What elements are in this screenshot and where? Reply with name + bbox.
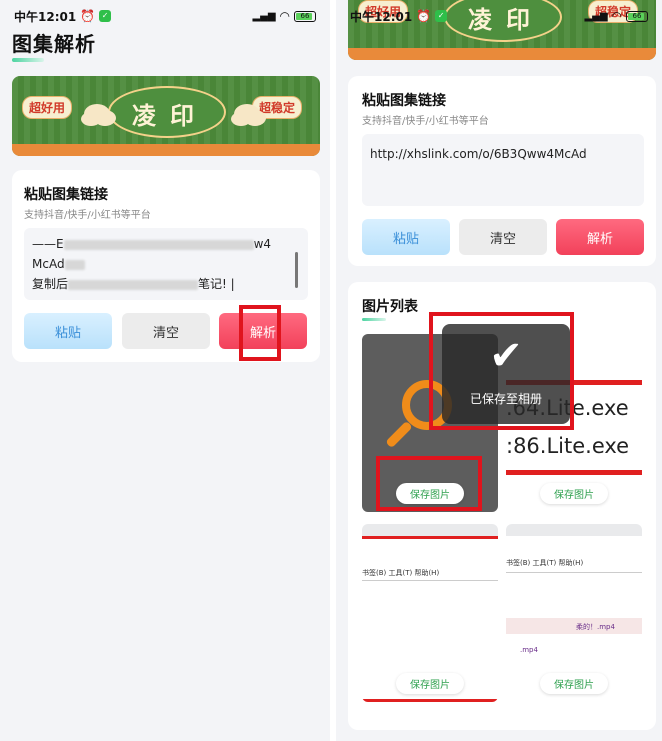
toast-text: 已保存至相册	[469, 392, 542, 406]
link-textarea[interactable]: ——E w4 McAd 复制后 笔记! |	[24, 228, 308, 300]
card-subtitle: 支持抖音/快手/小红书等平台	[362, 116, 489, 127]
saved-toast: ✔ 已保存至相册	[442, 324, 570, 424]
title-underline	[362, 318, 386, 321]
save-image-button[interactable]: 保存图片	[396, 673, 464, 694]
wifi-icon: ◠	[611, 9, 622, 23]
mp4-filename-a: 柔的！.mp4	[576, 623, 615, 631]
signal-icon: ▂▄▆	[252, 10, 276, 22]
card-title: 粘贴图集链接	[362, 93, 446, 109]
text-line-1-start: ——E	[32, 237, 64, 251]
wifi-icon: ◠	[279, 9, 290, 23]
textarea-scrollbar[interactable]	[295, 252, 298, 288]
save-image-button[interactable]: 保存图片	[396, 483, 464, 504]
page-title: 图集解析	[12, 32, 96, 56]
battery-icon: 66	[294, 10, 316, 22]
image-list-title: 图片列表	[362, 299, 418, 315]
browser-menu-text: 书签(B) 工具(T) 帮助(H)	[506, 559, 584, 567]
save-image-button[interactable]: 保存图片	[540, 483, 608, 504]
status-bar: 中午12:01 ⏰ ✓ ▂▄▆ ◠ 66	[0, 4, 330, 28]
paste-button[interactable]: 粘贴	[24, 313, 112, 349]
save-image-button[interactable]: 保存图片	[540, 673, 608, 694]
right-phone-screen: 凌印 超好用 超稳定 中午12:01 ⏰ ✓ ▂▄▆ ◠ 66 粘贴图集链接 支…	[336, 0, 662, 741]
card-subtitle: 支持抖音/快手/小红书等平台	[24, 210, 151, 221]
alarm-icon: ⏰	[80, 9, 96, 23]
parse-button[interactable]: 解析	[219, 313, 307, 349]
banner-main-text: 凌印	[132, 101, 208, 130]
status-bar: 中午12:01 ⏰ ✓ ▂▄▆ ◠ 66	[336, 4, 662, 28]
parse-button[interactable]: 解析	[556, 219, 644, 255]
battery-icon: 66	[626, 10, 648, 22]
text-line-3-start: 复制后	[32, 277, 69, 291]
paste-button[interactable]: 粘贴	[362, 219, 450, 255]
filename-text-2: :86.Lite.exe	[506, 434, 630, 458]
card-title: 粘贴图集链接	[24, 187, 108, 203]
signal-icon: ▂▄▆	[584, 10, 608, 22]
image-thumbnail-4[interactable]: 书签(B) 工具(T) 帮助(H) 柔的！.mp4 .mp4 保存图片	[506, 524, 642, 702]
cloud-decoration	[234, 104, 260, 124]
image-thumbnail-3[interactable]: 书签(B) 工具(T) 帮助(H) 保存图片	[362, 524, 498, 702]
clear-button[interactable]: 清空	[122, 313, 210, 349]
browser-menu-text: 书签(B) 工具(T) 帮助(H)	[362, 569, 440, 577]
clear-button[interactable]: 清空	[459, 219, 547, 255]
wechat-icon: ✓	[435, 10, 448, 22]
checkmark-icon: ✔	[489, 333, 523, 379]
left-phone-screen: 中午12:01 ⏰ ✓ ▂▄▆ ◠ 66 图集解析 凌印 超好用 超稳定 粘贴图…	[0, 0, 330, 741]
link-input-card: 粘贴图集链接 支持抖音/快手/小红书等平台 ——E w4 McAd 复制后 笔记! …	[12, 170, 320, 362]
link-input-card: 粘贴图集链接 支持抖音/快手/小红书等平台 http://xhslink.com…	[348, 76, 656, 266]
wechat-icon: ✓	[99, 10, 112, 22]
link-url-text: http://xhslink.com/o/6B3Qww4McAd	[370, 147, 587, 161]
text-line-1-end: w4	[253, 237, 272, 251]
mp4-filename-b: .mp4	[520, 646, 538, 654]
link-textarea[interactable]: http://xhslink.com/o/6B3Qww4McAd	[362, 134, 644, 206]
status-time: 中午12:01	[350, 9, 413, 24]
title-underline	[12, 58, 44, 62]
brand-banner: 凌印 超好用 超稳定	[12, 76, 320, 156]
banner-tag-left: 超好用	[22, 96, 73, 119]
text-line-3-end: 笔记! |	[198, 277, 235, 291]
text-line-2: McAd	[32, 257, 65, 271]
cloud-decoration	[84, 104, 110, 124]
alarm-icon: ⏰	[416, 9, 432, 23]
status-time: 中午12:01	[14, 9, 77, 24]
